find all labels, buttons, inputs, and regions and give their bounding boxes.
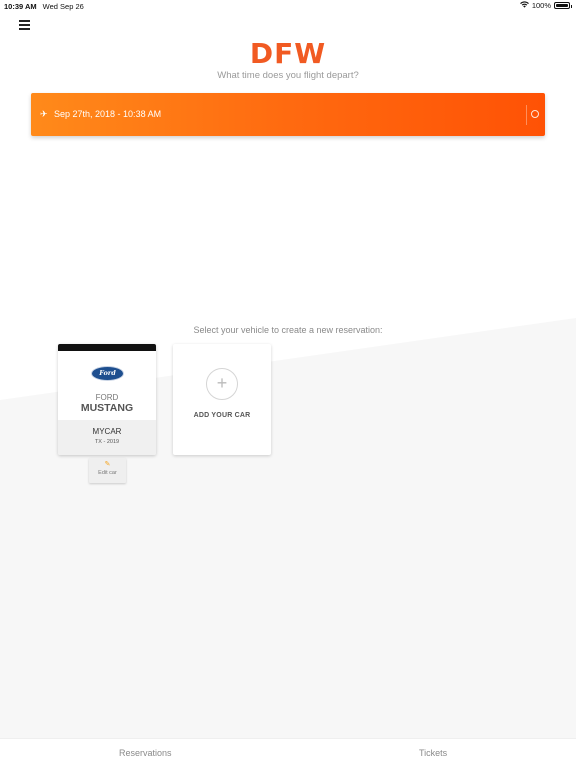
dfw-logo: DFW bbox=[249, 37, 327, 70]
vehicle-make: FORD bbox=[95, 393, 119, 402]
tab-tickets[interactable]: Tickets bbox=[419, 748, 447, 758]
date-bar-divider bbox=[526, 105, 527, 125]
plane-departure-icon: ✈ bbox=[40, 109, 48, 119]
battery-icon bbox=[554, 2, 572, 9]
vehicle-plate: TX - 2019 bbox=[94, 439, 120, 445]
status-right: 100% bbox=[519, 1, 572, 10]
status-left: 10:39 AM Wed Sep 26 bbox=[4, 2, 84, 11]
add-car-button[interactable]: + ADD YOUR CAR bbox=[173, 344, 271, 455]
vehicle-name: MYCAR bbox=[92, 427, 122, 436]
status-date: Wed Sep 26 bbox=[42, 2, 84, 11]
battery-percent: 100% bbox=[531, 1, 551, 10]
status-bar: 10:39 AM Wed Sep 26 100% bbox=[0, 0, 576, 12]
departure-datetime-picker[interactable]: ✈ Sep 27th, 2018 - 10:38 AM bbox=[31, 93, 545, 136]
ford-logo-icon: Ford bbox=[91, 366, 124, 381]
departure-datetime: Sep 27th, 2018 - 10:38 AM bbox=[54, 109, 162, 119]
add-car-label: ADD YOUR CAR bbox=[193, 412, 251, 419]
tab-reservations[interactable]: Reservations bbox=[119, 748, 172, 758]
clock-icon[interactable] bbox=[531, 110, 539, 118]
edit-car-label: Edit car bbox=[98, 470, 117, 476]
vehicle-card[interactable]: Ford FORD MUSTANG MYCAR TX - 2019 bbox=[58, 344, 156, 455]
pencil-icon: ✎ bbox=[104, 461, 111, 468]
card-top-strip bbox=[58, 344, 156, 351]
vehicle-card-footer: MYCAR TX - 2019 bbox=[58, 420, 156, 455]
bottom-tab-bar: Reservations Tickets bbox=[0, 738, 576, 768]
vehicle-select-prompt: Select your vehicle to create a new rese… bbox=[193, 325, 383, 335]
vehicle-model: MUSTANG bbox=[80, 402, 134, 414]
status-time: 10:39 AM bbox=[4, 2, 37, 11]
edit-car-button[interactable]: ✎ Edit car bbox=[89, 458, 126, 483]
wifi-icon bbox=[519, 1, 529, 10]
plus-icon: + bbox=[206, 368, 238, 400]
hamburger-menu-icon[interactable] bbox=[19, 20, 30, 30]
departure-question: What time does you flight depart? bbox=[217, 70, 359, 81]
